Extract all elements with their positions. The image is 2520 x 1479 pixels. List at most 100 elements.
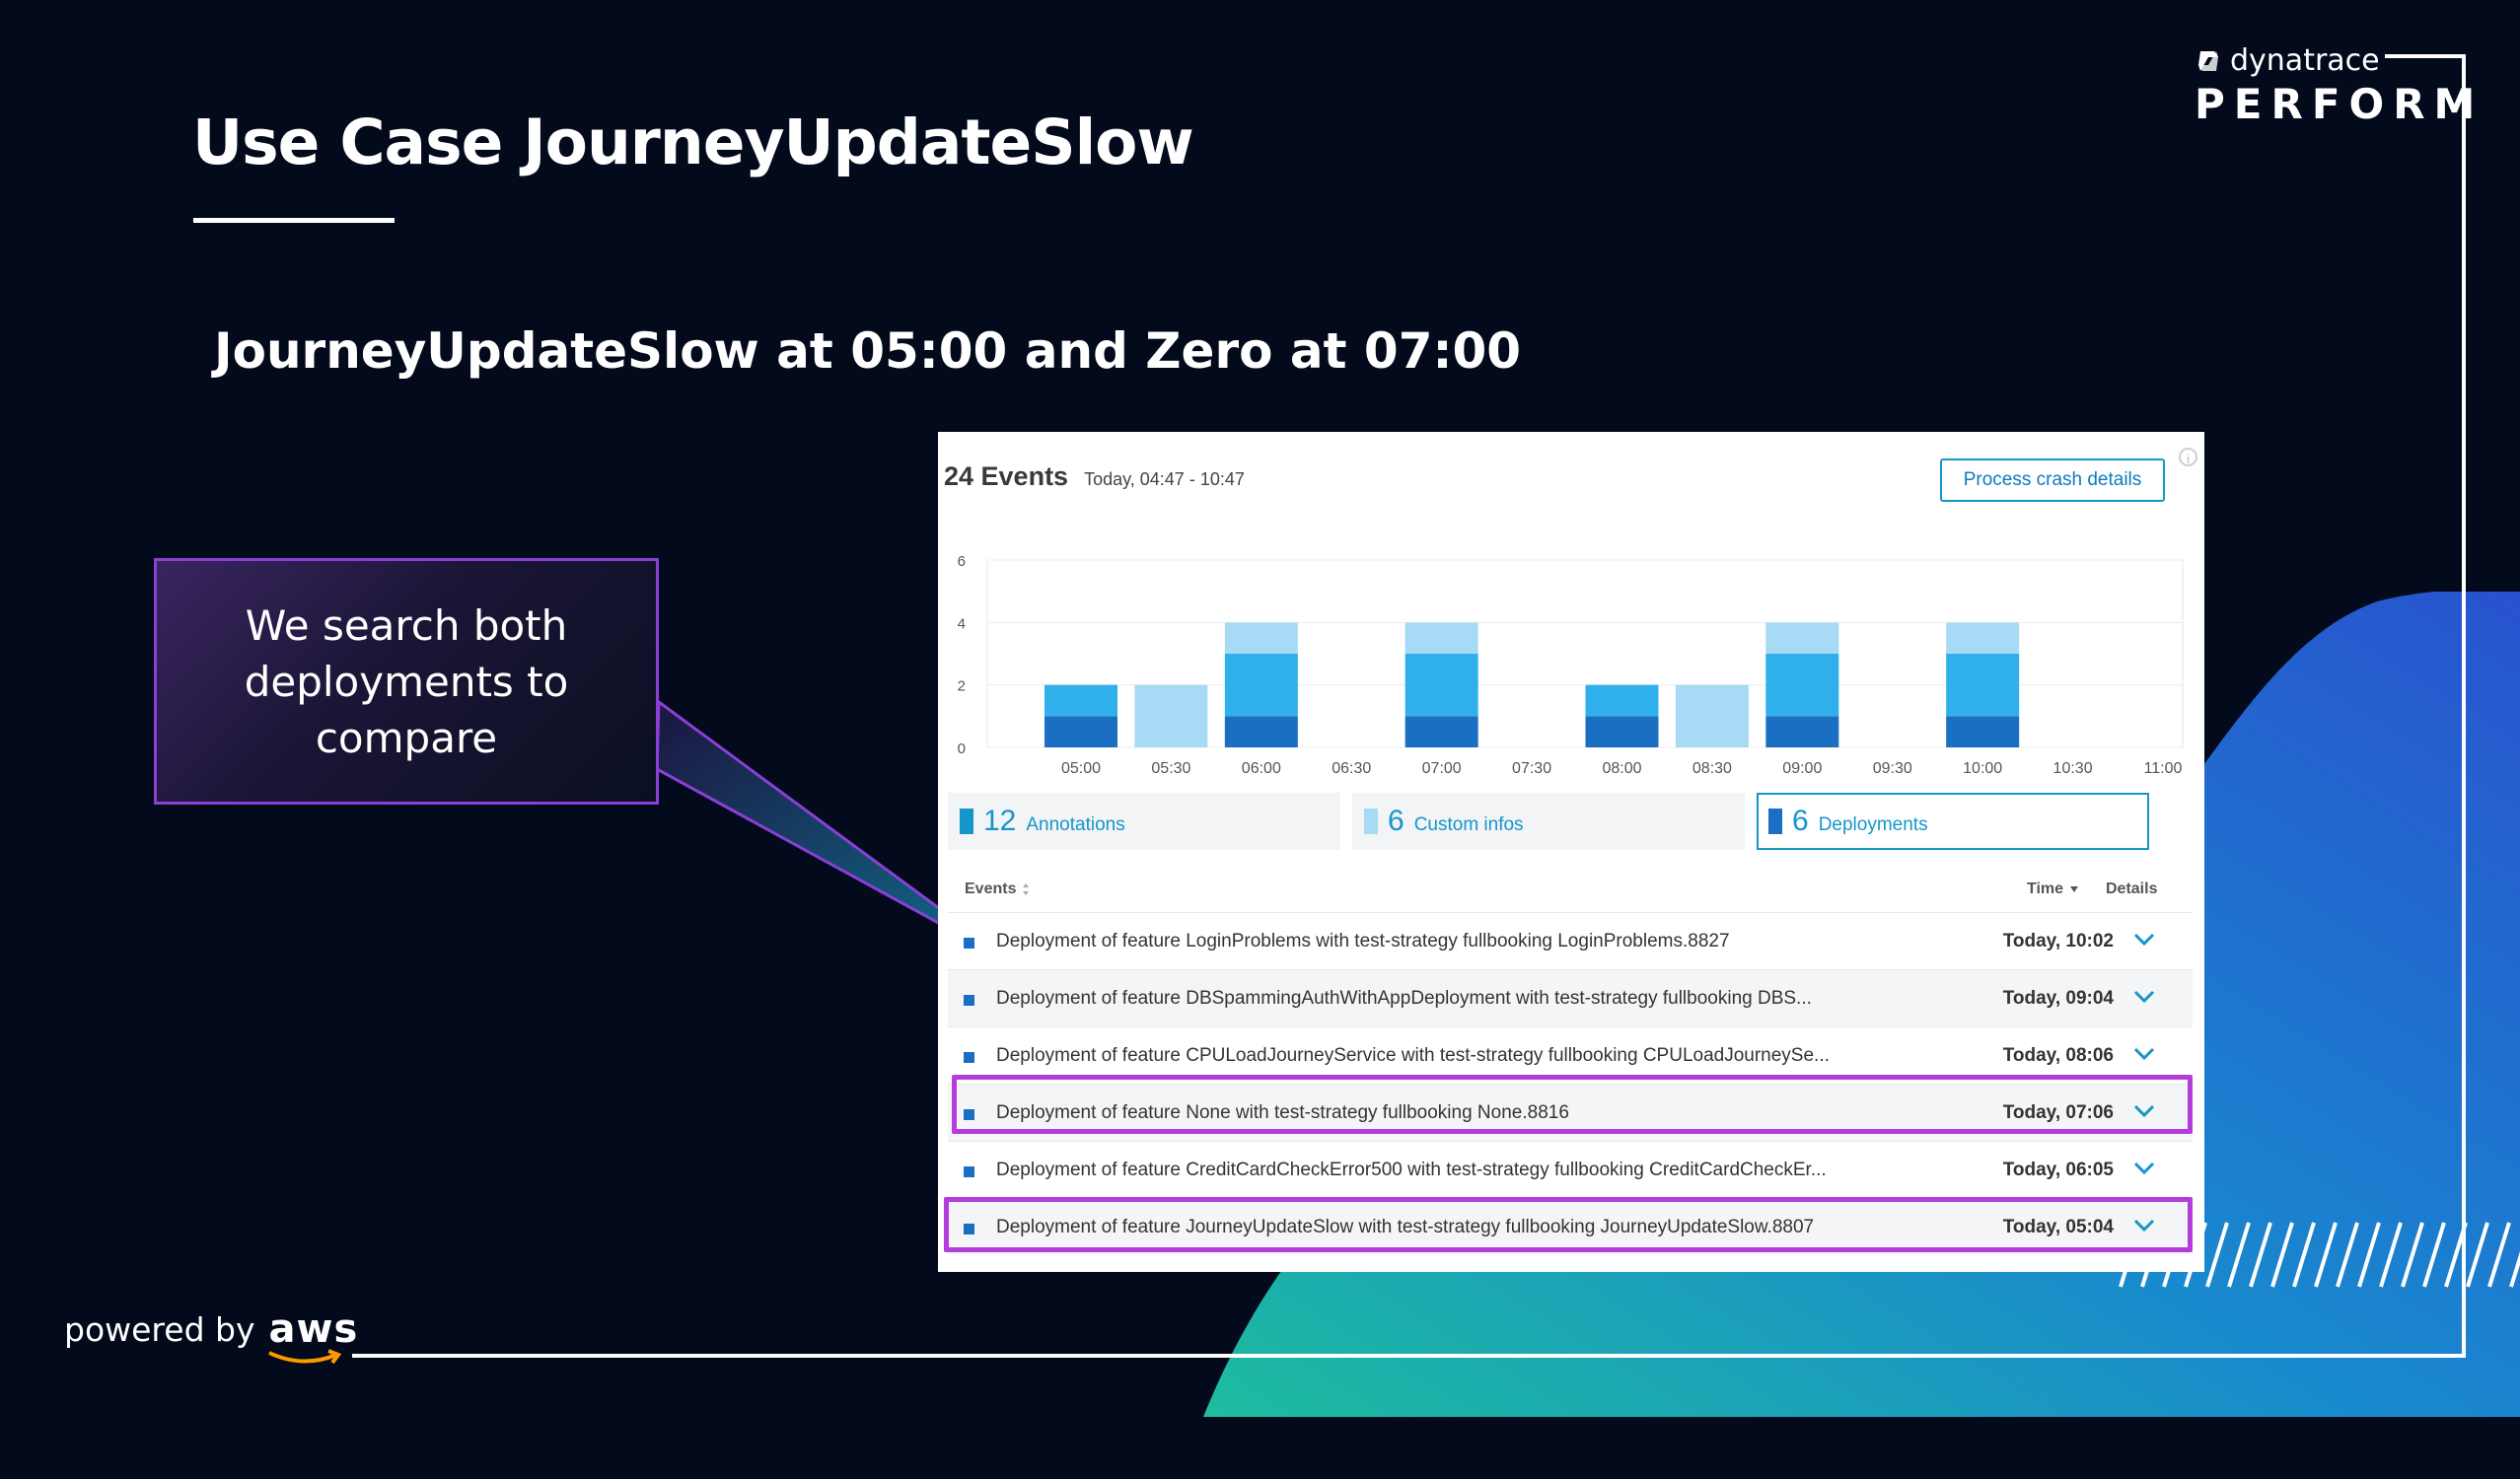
- chart-bar-deployments: [1946, 716, 2020, 747]
- events-count: 24 Events: [944, 461, 1069, 491]
- chart-x-tick-label: 05:00: [1061, 760, 1101, 777]
- chevron-down-icon[interactable]: [2133, 932, 2155, 948]
- row-highlight-journeyupdateslow-deployment: [944, 1197, 2193, 1252]
- event-time: Today, 06:05: [2002, 1159, 2114, 1180]
- dynatrace-mark-icon: [2198, 50, 2218, 71]
- process-crash-details-button[interactable]: Process crash details: [1940, 458, 2165, 502]
- tab-annotations-count: 12: [983, 805, 1017, 837]
- event-type-tabs: 12 Annotations 6 Custom infos 6 Deployme…: [948, 793, 2149, 850]
- chart-bar-custom-infos: [1134, 684, 1208, 747]
- frame-line-right: [2462, 54, 2466, 1358]
- chart-bar-custom-infos: [1946, 622, 2020, 654]
- deployment-marker-icon: [964, 1166, 974, 1177]
- row-highlight-none-deployment: [952, 1075, 2193, 1134]
- tab-custom-infos[interactable]: 6 Custom infos: [1352, 793, 1745, 850]
- chart-bar-annotations: [1585, 684, 1659, 717]
- chart-x-tick-label: 09:00: [1782, 760, 1822, 777]
- chart-x-tick-label: 10:00: [1963, 760, 2002, 777]
- chart-x-tick-label: 08:30: [1692, 760, 1732, 777]
- callout-box: We search both deployments to compare: [154, 558, 659, 805]
- deployments-color-square: [1768, 809, 1782, 834]
- chart-bar-custom-infos: [1675, 684, 1749, 747]
- custom-infos-color-square: [1364, 809, 1378, 834]
- title-underline: [193, 218, 395, 223]
- time-column-label: Time: [2027, 880, 2064, 897]
- chart-x-tick-label: 10:30: [2053, 760, 2093, 777]
- powered-by-label: powered by: [64, 1310, 255, 1349]
- details-column-header: Details: [2106, 880, 2158, 897]
- tab-deployments-label: Deployments: [1818, 814, 1928, 835]
- chart-x-tick-label: 11:00: [2144, 760, 2183, 777]
- chart-x-tick-label: 06:30: [1332, 760, 1371, 777]
- chart-x-tick-label: 07:00: [1422, 760, 1462, 777]
- chart-bar-deployments: [1585, 716, 1659, 747]
- chart-bar-annotations: [1765, 654, 1839, 717]
- event-description: Deployment of feature CreditCardCheckErr…: [996, 1159, 1827, 1180]
- frame-line-bottom: [352, 1354, 2466, 1358]
- events-time-range: Today, 04:47 - 10:47: [1084, 469, 1245, 489]
- aws-logo: aws: [267, 1306, 359, 1365]
- event-time: Today, 08:06: [2002, 1044, 2114, 1066]
- chart-y-tick-label: 4: [958, 615, 966, 632]
- event-description: Deployment of feature DBSpammingAuthWith…: [996, 987, 1812, 1009]
- chart-bar-custom-infos: [1765, 622, 1839, 654]
- chart-bar-deployments: [1404, 716, 1478, 747]
- chevron-down-icon[interactable]: [2133, 1161, 2155, 1176]
- callout-text: We search both deployments to compare: [244, 600, 569, 762]
- chevron-down-icon[interactable]: [2133, 989, 2155, 1005]
- table-row[interactable]: Deployment of feature DBSpammingAuthWith…: [948, 969, 2193, 1026]
- event-time: Today, 09:04: [2002, 987, 2114, 1009]
- aws-smile-icon: [267, 1349, 341, 1365]
- slide-subtitle: JourneyUpdateSlow at 05:00 and Zero at 0…: [214, 322, 1522, 380]
- chart-bar-deployments: [1224, 716, 1298, 747]
- events-panel: 24 Events Today, 04:47 - 10:47 Process c…: [938, 432, 2204, 1272]
- chart-x-tick-label: 08:00: [1602, 760, 1641, 777]
- chart-y-tick-label: 0: [958, 740, 966, 757]
- chart-x-tick-label: 06:00: [1242, 760, 1281, 777]
- tab-annotations-label: Annotations: [1026, 814, 1125, 835]
- annotations-color-square: [960, 809, 973, 834]
- chart-bar-deployments: [1765, 716, 1839, 747]
- sort-desc-icon: [2070, 886, 2079, 892]
- time-column-header[interactable]: Time: [2027, 880, 2079, 898]
- chart-bar-custom-infos: [1224, 622, 1298, 654]
- event-description: Deployment of feature LoginProblems with…: [996, 930, 1730, 951]
- table-row[interactable]: Deployment of feature CreditCardCheckErr…: [948, 1141, 2193, 1198]
- brand-logo-text: dynatrace: [2230, 43, 2380, 78]
- chart-bar-custom-infos: [1404, 622, 1478, 654]
- tab-deployments[interactable]: 6 Deployments: [1757, 793, 2149, 850]
- brand-perform-text: PERFORM: [2195, 80, 2484, 128]
- frame-line-top: [2385, 54, 2466, 58]
- chart-x-tick-label: 07:30: [1512, 760, 1551, 777]
- chart-y-tick-label: 2: [958, 678, 966, 695]
- chart-bar-deployments: [1044, 716, 1117, 747]
- chart-bar-annotations: [1404, 654, 1478, 717]
- chevron-down-icon[interactable]: [2133, 1046, 2155, 1062]
- powered-by-aws: powered by aws: [64, 1306, 359, 1365]
- chart-x-tick-label: 05:30: [1151, 760, 1190, 777]
- chart-bar-annotations: [1946, 654, 2020, 717]
- chart-bar-annotations: [1224, 654, 1298, 717]
- sort-icon: [1023, 883, 1030, 895]
- info-icon[interactable]: i: [2179, 448, 2197, 466]
- events-column-header[interactable]: Events: [965, 880, 1030, 898]
- chart-bar-annotations: [1044, 684, 1117, 717]
- aws-logo-text: aws: [268, 1306, 359, 1352]
- slide-title: Use Case JourneyUpdateSlow: [192, 106, 1194, 178]
- chart-x-tick-label: 09:30: [1873, 760, 1912, 777]
- tab-custom-infos-label: Custom infos: [1413, 814, 1524, 835]
- events-column-label: Events: [965, 880, 1017, 897]
- event-time: Today, 10:02: [2002, 930, 2114, 951]
- deployment-marker-icon: [964, 995, 974, 1006]
- dynatrace-logo: dynatrace: [2195, 43, 2451, 78]
- tab-deployments-count: 6: [1792, 805, 1809, 837]
- deployment-marker-icon: [964, 938, 974, 949]
- tab-custom-infos-count: 6: [1388, 805, 1404, 837]
- table-row[interactable]: Deployment of feature LoginProblems with…: [948, 912, 2193, 969]
- chart-y-tick-label: 6: [958, 553, 966, 570]
- events-header: 24 Events Today, 04:47 - 10:47: [944, 461, 1245, 492]
- event-description: Deployment of feature CPULoadJourneyServ…: [996, 1044, 1830, 1066]
- tab-annotations[interactable]: 12 Annotations: [948, 793, 1340, 850]
- deployment-marker-icon: [964, 1052, 974, 1063]
- events-bar-chart: 0 2 4 6 05:00 05:30 06:00 06:30 07:00 07:30 08:00 0…: [958, 553, 2184, 777]
